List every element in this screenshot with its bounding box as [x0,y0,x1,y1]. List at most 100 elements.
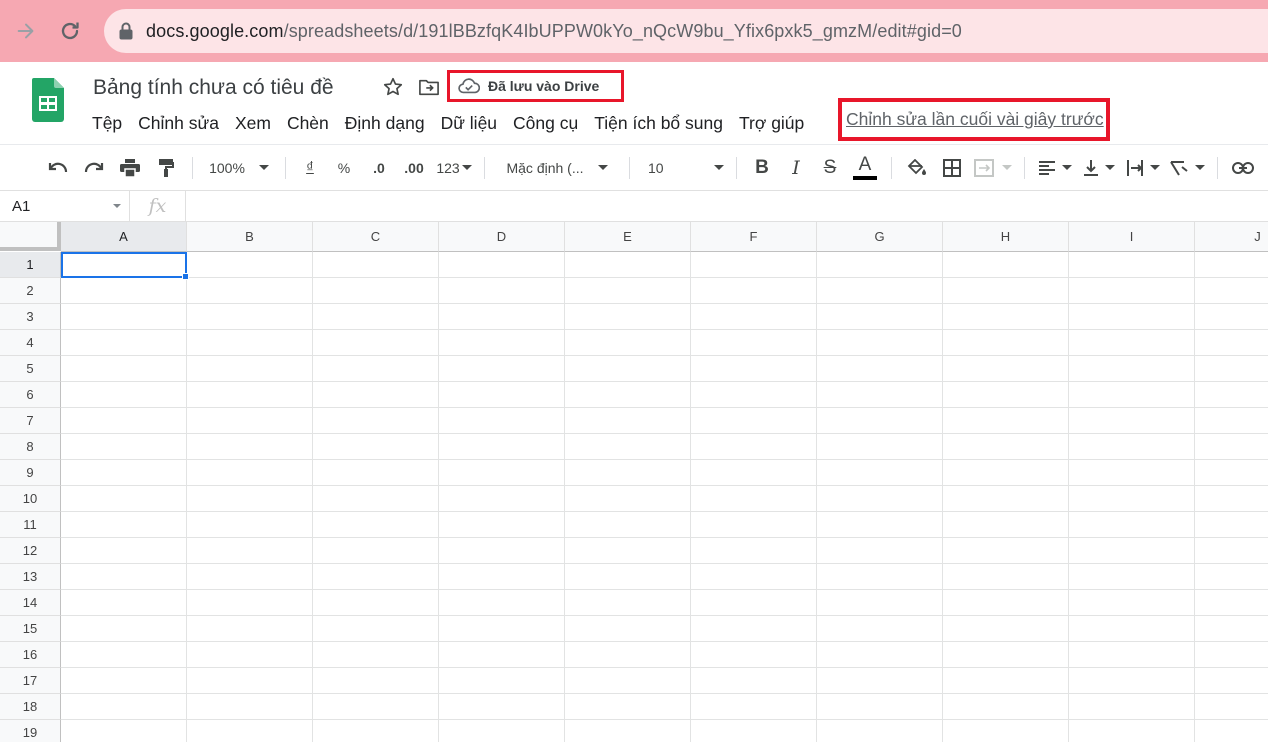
toolbar-divider [1024,156,1025,179]
reload-button[interactable] [56,14,84,48]
undo-button[interactable] [40,153,76,183]
row-header-4[interactable]: 4 [0,330,61,356]
increase-decimal-button[interactable]: .00 [396,153,432,183]
address-bar[interactable]: docs.google.com/spreadsheets/d/191lBBzfq… [104,9,1268,53]
toolbar-divider [629,156,630,179]
borders-button[interactable] [934,153,970,183]
row-header-11[interactable]: 11 [0,512,61,538]
cloud-done-icon [458,78,480,94]
horizontal-align-button[interactable] [1033,153,1077,183]
saved-status[interactable]: Đã lưu vào Drive [447,70,624,102]
column-header-g[interactable]: G [817,222,943,252]
menu-view[interactable]: Xem [227,112,279,136]
italic-button[interactable]: I [779,153,813,183]
column-header-i[interactable]: I [1069,222,1195,252]
menu-file[interactable]: Tệp [84,112,130,136]
row-header-1[interactable]: 1 [0,252,61,278]
print-icon [120,158,140,177]
align-left-icon [1039,160,1055,175]
menu-help[interactable]: Trợ giúp [731,112,812,136]
column-header-d[interactable]: D [439,222,565,252]
column-header-h[interactable]: H [943,222,1069,252]
chevron-down-icon [1150,165,1160,170]
font-family-select[interactable]: Mặc định (... [493,153,621,183]
column-header-c[interactable]: C [313,222,439,252]
menu-data[interactable]: Dữ liệu [433,112,505,136]
row-header-3[interactable]: 3 [0,304,61,330]
browser-bar: docs.google.com/spreadsheets/d/191lBBzfq… [0,0,1268,62]
undo-icon [48,162,68,172]
name-box[interactable]: A1 [0,191,130,221]
row-header-8[interactable]: 8 [0,434,61,460]
row-header-10[interactable]: 10 [0,486,61,512]
menu-addons[interactable]: Tiện ích bổ sung [586,112,731,136]
select-all-corner[interactable] [0,222,61,251]
fill-handle[interactable] [182,273,189,280]
arrow-right-icon [17,23,34,39]
chevron-down-icon [1002,165,1012,170]
zoom-select[interactable]: 100% [201,153,277,183]
text-rotation-button[interactable] [1165,153,1209,183]
chevron-down-icon [113,204,121,208]
last-edit-link[interactable]: Chỉnh sửa lần cuối vài giây trước [846,109,1104,130]
percent-format-button[interactable]: % [326,153,362,183]
row-header-14[interactable]: 14 [0,590,61,616]
move-button[interactable] [418,77,440,102]
chevron-down-icon [714,165,724,170]
row-header-19[interactable]: 19 [0,720,61,742]
text-wrap-icon [1127,159,1143,176]
more-formats-select[interactable]: 123 [432,153,476,183]
spreadsheet-grid: A B C D E F G H I J 1 2 3 4 5 6 7 8 9 10 11 12 13 14 15 16 17 18 19 [0,222,1268,742]
menu-insert[interactable]: Chèn [279,112,337,136]
decrease-decimal-button[interactable]: .0 [362,153,396,183]
row-header-18[interactable]: 18 [0,694,61,720]
sheets-logo[interactable] [32,78,64,127]
fill-color-button[interactable] [900,153,934,183]
column-header-f[interactable]: F [691,222,817,252]
currency-format-button[interactable]: ₫ [294,153,326,183]
document-title[interactable]: Bảng tính chưa có tiêu đề [93,76,334,100]
print-button[interactable] [112,153,148,183]
row-header-17[interactable]: 17 [0,668,61,694]
borders-icon [943,158,961,177]
formula-input[interactable] [186,191,1268,221]
star-button[interactable] [382,76,404,103]
reload-icon [61,22,79,40]
column-header-j[interactable]: J [1195,222,1268,252]
active-cell-outline [61,252,187,278]
row-header-12[interactable]: 12 [0,538,61,564]
menu-edit[interactable]: Chỉnh sửa [130,112,227,136]
row-header-7[interactable]: 7 [0,408,61,434]
text-wrapping-button[interactable] [1121,153,1165,183]
row-header-6[interactable]: 6 [0,382,61,408]
row-header-9[interactable]: 9 [0,460,61,486]
column-header-a[interactable]: A [61,222,187,252]
redo-button[interactable] [76,153,112,183]
redo-icon [84,162,104,172]
merge-cells-button[interactable] [970,153,1016,183]
chevron-down-icon [1195,165,1205,170]
row-header-15[interactable]: 15 [0,616,61,642]
column-header-b[interactable]: B [187,222,313,252]
menu-bar: Tệp Chỉnh sửa Xem Chèn Định dạng Dữ liệu… [84,112,812,136]
column-header-e[interactable]: E [565,222,691,252]
row-header-2[interactable]: 2 [0,278,61,304]
row-header-13[interactable]: 13 [0,564,61,590]
chevron-down-icon [1105,165,1115,170]
text-color-button[interactable]: A [847,153,883,183]
chevron-down-icon [597,165,608,170]
menu-tools[interactable]: Công cụ [505,112,586,136]
paint-format-button[interactable] [148,153,184,183]
chevron-down-icon [461,165,472,170]
strikethrough-button[interactable]: S [813,153,847,183]
bold-button[interactable]: B [745,153,779,183]
star-icon [383,77,403,96]
menu-format[interactable]: Định dạng [337,112,433,136]
font-size-select[interactable]: 10 [638,153,728,183]
vertical-align-button[interactable] [1077,153,1121,183]
cells-area[interactable] [61,252,1268,742]
back-button[interactable] [12,14,40,48]
row-header-5[interactable]: 5 [0,356,61,382]
insert-link-button[interactable] [1226,153,1260,183]
row-header-16[interactable]: 16 [0,642,61,668]
